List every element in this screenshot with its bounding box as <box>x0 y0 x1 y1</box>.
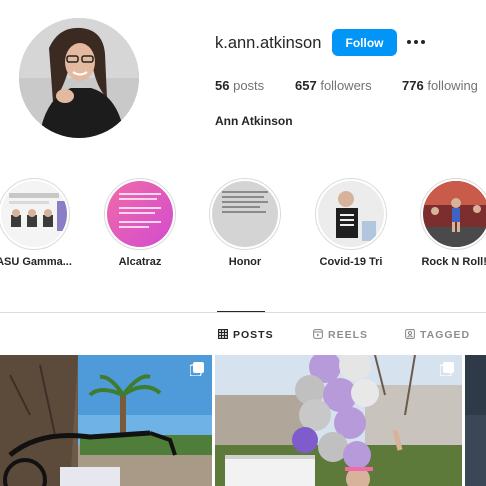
highlight-item[interactable]: Rock N Roll!! <box>420 178 486 268</box>
tab-posts-label: POSTS <box>233 329 274 341</box>
highlight-item[interactable]: ASU Gamma... <box>0 178 72 268</box>
active-tab-indicator <box>217 311 265 312</box>
grid-icon <box>218 328 229 342</box>
posts-count: 56 <box>215 78 230 93</box>
highlight-cover-image <box>1 181 67 247</box>
tab-posts[interactable]: POSTS <box>218 327 274 343</box>
followers-label: followers <box>320 78 372 93</box>
highlight-label: Rock N Roll!! <box>421 256 486 268</box>
multiple-photos-icon <box>189 362 204 377</box>
tab-tagged-label: TAGGED <box>420 329 471 341</box>
profile-full-name: Ann Atkinson <box>215 114 293 128</box>
following-label: following <box>427 78 478 93</box>
post-thumbnail[interactable] <box>0 355 212 486</box>
multiple-photos-icon <box>439 362 454 377</box>
followers-stat[interactable]: 657 followers <box>295 78 372 93</box>
highlight-label: Covid-19 Tri <box>319 256 383 268</box>
profile-username: k.ann.atkinson <box>215 34 322 52</box>
tab-reels[interactable]: REELS <box>313 327 368 343</box>
tab-tagged[interactable]: TAGGED <box>405 327 470 343</box>
post-thumbnail[interactable] <box>465 355 486 486</box>
highlight-item[interactable]: Alcatraz <box>104 178 176 268</box>
posts-stat: 56 posts <box>215 78 264 93</box>
tab-reels-label: REELS <box>328 329 369 341</box>
highlight-item[interactable]: Honor <box>209 178 281 268</box>
following-stat[interactable]: 776 following <box>402 78 478 93</box>
highlight-cover-image <box>212 181 278 247</box>
highlight-label: ASU Gamma... <box>0 256 72 268</box>
reels-icon <box>313 328 323 342</box>
posts-label: posts <box>233 78 265 93</box>
highlight-label: Honor <box>228 256 262 268</box>
highlight-label: Alcatraz <box>118 256 162 268</box>
tagged-icon <box>405 328 415 342</box>
more-horizontal-icon[interactable] <box>406 32 426 52</box>
follow-button[interactable]: Follow <box>332 29 397 56</box>
highlight-item[interactable]: Covid-19 Tri <box>315 178 387 268</box>
highlight-cover-image <box>318 181 384 247</box>
tabs-divider <box>0 312 486 313</box>
highlight-cover-image <box>107 181 173 247</box>
following-count: 776 <box>402 78 424 93</box>
highlight-cover-image <box>423 181 486 247</box>
followers-count: 657 <box>295 78 317 93</box>
post-thumbnail[interactable] <box>215 355 462 486</box>
profile-avatar[interactable] <box>19 18 139 138</box>
